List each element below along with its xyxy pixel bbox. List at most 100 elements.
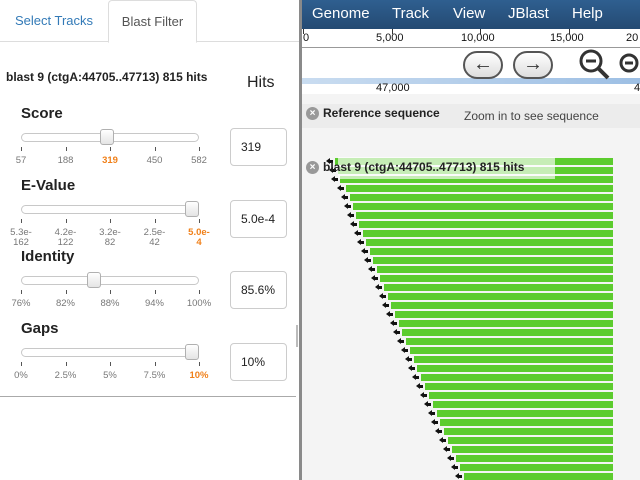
- slider-tick-label: 450: [146, 155, 163, 166]
- filter-value-input[interactable]: 5.0e-4: [230, 200, 287, 238]
- filter-label: Gaps: [21, 320, 59, 337]
- filter-slider[interactable]: [21, 276, 199, 285]
- blast-hit-feature[interactable]: [417, 365, 613, 372]
- slider-tick: [65, 219, 67, 223]
- blast-hit-feature[interactable]: [429, 392, 613, 399]
- blast-hit-feature[interactable]: [388, 293, 613, 300]
- slider-tick: [154, 290, 156, 294]
- slider-tick-label: 100%: [186, 298, 212, 309]
- slider-tick-label: 2.5e- 42: [143, 227, 166, 248]
- blast-features: [302, 0, 640, 480]
- filter-value-input[interactable]: 10%: [230, 343, 287, 381]
- slider-tick: [21, 362, 22, 366]
- slider-handle[interactable]: [86, 272, 101, 288]
- strand-arrow-icon: [390, 320, 397, 326]
- blast-hit-feature[interactable]: [366, 239, 613, 246]
- strand-arrow-icon: [443, 446, 450, 452]
- blast-hit-feature[interactable]: [425, 383, 613, 390]
- slider-handle[interactable]: [185, 344, 199, 360]
- strand-arrow-icon: [416, 383, 423, 389]
- strand-arrow-icon: [412, 374, 419, 380]
- strand-arrow-icon: [379, 293, 386, 299]
- blast-hit-feature[interactable]: [464, 473, 613, 480]
- slider-tick: [21, 219, 22, 223]
- close-icon[interactable]: ×: [306, 161, 319, 175]
- slider-tick-label: 3.2e- 82: [99, 227, 121, 248]
- strand-arrow-icon: [393, 329, 400, 335]
- blast-hit-feature[interactable]: [460, 464, 613, 471]
- slider-tick-label: 188: [57, 155, 74, 166]
- slider-tick: [154, 147, 156, 151]
- blast-hit-feature[interactable]: [444, 428, 613, 435]
- strand-arrow-icon: [361, 248, 368, 254]
- strand-arrow-icon: [451, 464, 458, 470]
- strand-arrow-icon: [435, 428, 442, 434]
- blast-hit-feature[interactable]: [437, 410, 613, 417]
- blast-hit-feature[interactable]: [395, 311, 613, 318]
- strand-arrow-icon: [364, 257, 371, 263]
- blast-hit-feature[interactable]: [384, 284, 613, 291]
- slider-tick-label: 7.5%: [143, 370, 166, 381]
- blast-hit-feature[interactable]: [377, 266, 613, 273]
- blast-hit-feature[interactable]: [359, 221, 613, 228]
- strand-arrow-icon: [375, 284, 382, 290]
- strand-arrow-icon: [431, 419, 438, 425]
- slider-tick-label: 82%: [55, 298, 75, 309]
- slider-tick: [110, 362, 111, 366]
- blast-hit-feature[interactable]: [391, 302, 613, 309]
- blast-hit-feature[interactable]: [350, 194, 613, 201]
- slider-tick: [154, 219, 156, 223]
- strand-arrow-icon: [341, 194, 348, 200]
- slider-tick: [199, 147, 200, 151]
- slider-tick-label: 10%: [189, 370, 209, 381]
- panel-scrollbar[interactable]: [296, 325, 298, 347]
- filter-value-input[interactable]: 85.6%: [230, 271, 287, 309]
- blast-hit-feature[interactable]: [399, 320, 613, 327]
- blast-track-label: × blast 9 (ctgA:44705..47713) 815 hits: [306, 160, 525, 175]
- blast-track-name: blast 9 (ctgA:44705..47713) 815 hits: [323, 160, 525, 174]
- blast-hit-feature[interactable]: [353, 203, 613, 210]
- blast-hit-feature[interactable]: [414, 356, 613, 363]
- blast-hit-feature[interactable]: [440, 419, 613, 426]
- slider-handle[interactable]: [99, 129, 114, 145]
- slider-tick: [65, 290, 67, 294]
- filter-value-input[interactable]: 319: [230, 128, 287, 166]
- slider-tick-label: 582: [191, 155, 207, 166]
- tab-blast-filter[interactable]: Blast Filter: [108, 0, 197, 43]
- strand-arrow-icon: [455, 473, 462, 479]
- slider-tick: [65, 147, 67, 151]
- strand-arrow-icon: [439, 437, 446, 443]
- blast-hit-feature[interactable]: [452, 446, 613, 453]
- blast-hit-feature[interactable]: [380, 275, 613, 282]
- blast-hit-feature[interactable]: [456, 455, 613, 462]
- slider-tick-label: 94%: [144, 298, 164, 309]
- blast-hit-feature[interactable]: [370, 248, 613, 255]
- slider-tick-label: 319: [102, 155, 118, 166]
- strand-arrow-icon: [357, 239, 364, 245]
- filter-slider[interactable]: [21, 205, 199, 214]
- blast-hit-feature[interactable]: [421, 374, 613, 381]
- blast-hit-feature[interactable]: [346, 185, 613, 192]
- slider-tick: [110, 147, 111, 151]
- blast-hit-feature[interactable]: [356, 212, 613, 219]
- tab-select-tracks[interactable]: Select Tracks: [0, 0, 108, 42]
- slider-tick-label: 0%: [14, 370, 28, 381]
- divider-line: [0, 396, 296, 397]
- slider-tick-label: 4.2e- 122: [54, 227, 77, 248]
- slider-handle[interactable]: [185, 201, 199, 217]
- blast-hit-feature[interactable]: [410, 347, 613, 354]
- blast-hit-feature[interactable]: [433, 401, 613, 408]
- slider-tick: [199, 362, 200, 366]
- slider-tick: [21, 147, 22, 151]
- filter-slider[interactable]: [21, 348, 199, 357]
- blast-hit-feature[interactable]: [363, 230, 613, 237]
- blast-hit-feature[interactable]: [373, 257, 613, 264]
- strand-arrow-icon: [354, 230, 361, 236]
- blast-hit-feature[interactable]: [448, 437, 613, 444]
- blast-hit-feature[interactable]: [402, 329, 613, 336]
- strand-arrow-icon: [424, 401, 431, 407]
- blast-hit-feature[interactable]: [406, 338, 613, 345]
- slider-tick: [154, 362, 156, 366]
- strand-arrow-icon: [371, 275, 378, 281]
- strand-arrow-icon: [401, 347, 408, 353]
